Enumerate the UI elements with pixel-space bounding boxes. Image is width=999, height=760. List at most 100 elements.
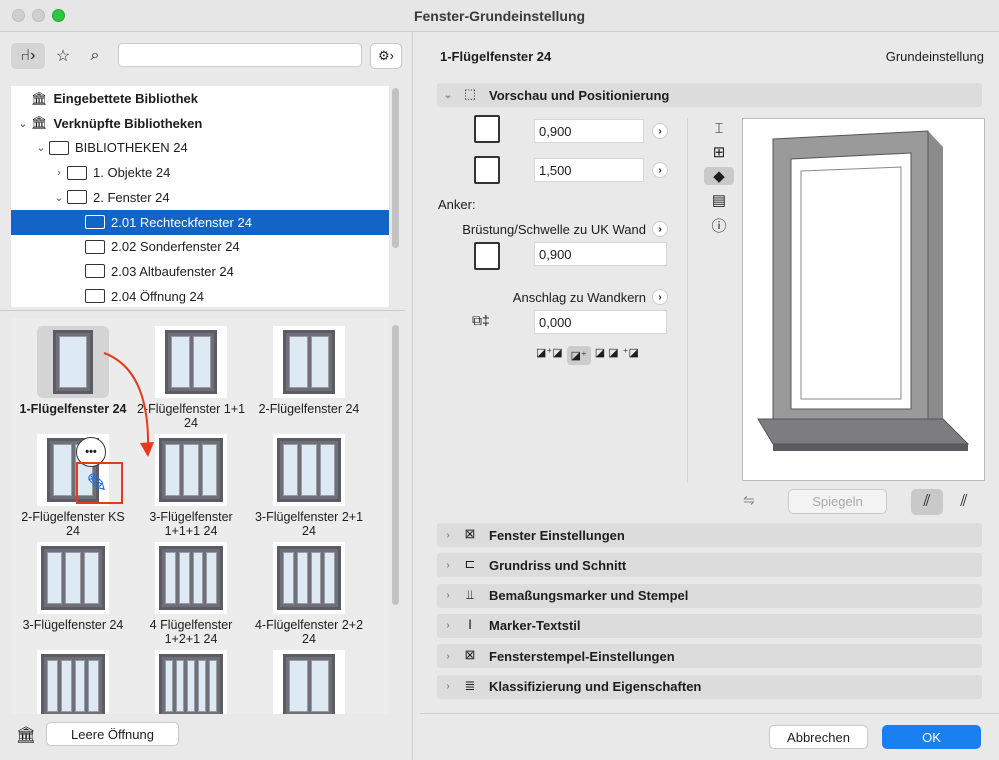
- chevron-icon[interactable]: ⌄: [33, 141, 49, 154]
- window-title: Fenster-Grundeinstellung: [413, 8, 586, 24]
- tree-item[interactable]: 🏛 Eingebettete Bibliothek: [11, 86, 389, 111]
- window-thumbnail: [155, 542, 227, 614]
- folder-icon: [49, 140, 69, 155]
- 3d-view-icon[interactable]: ◆: [704, 167, 734, 185]
- window-thumbnail: [155, 326, 227, 398]
- tree-item[interactable]: 2.04 Öffnung 24: [11, 284, 389, 309]
- tree-scrollbar[interactable]: [392, 88, 399, 248]
- section-header[interactable]: › ⫫ Bemaßungsmarker und Stempel: [437, 583, 982, 608]
- section-header[interactable]: › Ⅰ Marker-Textstil: [437, 613, 982, 638]
- grid-view-icon[interactable]: ⊞: [713, 143, 726, 161]
- tree-item[interactable]: 2.02 Sonderfenster 24: [11, 234, 389, 259]
- anchor-option-1[interactable]: ◪⁺◪: [536, 346, 563, 365]
- chevron-icon[interactable]: ⌄: [15, 117, 31, 130]
- section-header[interactable]: › ≣ Klassifizierung und Eigenschaften: [437, 674, 982, 699]
- library-item[interactable]: 4-Flügelfenster 2+2 24: [249, 542, 369, 646]
- height-icon: [474, 156, 500, 184]
- width-icon: [474, 115, 500, 143]
- opening-side-left-button[interactable]: ⫽: [911, 489, 943, 515]
- search-button[interactable]: ⌕: [82, 43, 108, 69]
- chevron-right-icon: ›: [446, 681, 450, 692]
- chevron-right-icon: ›: [446, 590, 450, 602]
- height-input[interactable]: 1,500: [534, 158, 644, 182]
- cancel-button[interactable]: Abbrechen: [769, 725, 868, 749]
- library-item[interactable]: [249, 650, 369, 714]
- anchor-option-4[interactable]: ⁺◪: [623, 346, 639, 365]
- section-preview-positioning[interactable]: ⌄ ⬚ Vorschau und Positionierung: [437, 83, 982, 107]
- door-swing-icon: ⫽: [960, 493, 968, 510]
- sill-input[interactable]: 0,900: [534, 242, 667, 266]
- 3d-preview: [742, 118, 985, 481]
- section-icon: ⫫: [466, 586, 474, 602]
- library-tree: 🏛 Eingebettete Bibliothek ⌄ 🏛 Verknüpfte Bib…: [11, 86, 389, 307]
- sill-more-button[interactable]: ›: [652, 221, 668, 237]
- width-input[interactable]: 0,900: [534, 119, 644, 143]
- library-item[interactable]: 4 Flügelfenster 1+2+1 24: [131, 542, 251, 646]
- mirror-icon: ⇋: [743, 492, 755, 508]
- section-icon: ⊠: [464, 526, 476, 541]
- tree-item[interactable]: 2.03 Altbaufenster 24: [11, 259, 389, 284]
- chevron-icon[interactable]: ⌄: [51, 191, 67, 204]
- section-icon: Ⅰ: [468, 616, 472, 632]
- library-item[interactable]: [13, 650, 133, 714]
- ok-button[interactable]: OK: [882, 725, 981, 749]
- favorites-button[interactable]: ☆: [50, 43, 76, 69]
- panel-divider[interactable]: [412, 32, 413, 760]
- mode-label: Grundeinstellung: [885, 49, 984, 64]
- tree-item[interactable]: ⌄ 2. Fenster 24: [11, 185, 389, 210]
- section-header[interactable]: › ⊠ Fensterstempel-Einstellungen: [437, 644, 982, 669]
- chevron-right-icon: ›: [446, 620, 450, 632]
- sill-icon: [474, 242, 500, 270]
- folder-icon: [85, 215, 105, 229]
- window-thumbnail: [273, 650, 345, 714]
- library-item[interactable]: 3-Flügelfenster 2+1 24: [249, 434, 369, 538]
- mirror-button[interactable]: Spiegeln: [788, 489, 887, 514]
- window-thumbnail: [37, 542, 109, 614]
- library-item[interactable]: 3-Flügelfenster 24: [13, 542, 133, 632]
- height-more-button[interactable]: ›: [652, 162, 668, 178]
- box-icon: ⬚: [463, 86, 477, 101]
- tree-item[interactable]: ⌄ 🏛 Verknüpfte Bibliotheken: [11, 111, 389, 136]
- info-icon[interactable]: ⓘ: [711, 215, 726, 236]
- tree-item[interactable]: › 1. Objekte 24: [11, 160, 389, 185]
- section-view-icon[interactable]: ▤: [712, 191, 726, 209]
- tree-item[interactable]: ⌄ BIBLIOTHEKEN 24: [11, 135, 389, 160]
- library-manager-button[interactable]: 🏛: [12, 722, 40, 748]
- anchor-option-3[interactable]: ◪ ◪: [595, 346, 619, 365]
- chevron-right-icon: ›: [446, 650, 450, 662]
- chevron-right-icon: ›: [446, 559, 450, 571]
- library-view-button[interactable]: ⑁›: [11, 43, 45, 69]
- folder-icon: [67, 165, 87, 180]
- window-thumbnail: [273, 434, 345, 506]
- reveal-anchor-options: ◪⁺◪ ◪⁺ ◪ ◪ ⁺◪: [536, 346, 639, 365]
- tree-item[interactable]: 2.01 Rechteckfenster 24: [11, 209, 389, 235]
- width-more-button[interactable]: ›: [652, 123, 668, 139]
- window-thumbnail: [273, 542, 345, 614]
- eyedropper-highlight: ✎: [76, 462, 123, 504]
- anchor-label: Anker:: [438, 197, 476, 212]
- anchor-option-2[interactable]: ◪⁺: [566, 346, 591, 365]
- library-icon: 🏛: [15, 727, 37, 744]
- window-3d-preview-image: [757, 130, 970, 451]
- grid-scrollbar[interactable]: [392, 325, 399, 605]
- section-header[interactable]: › ⊏ Grundriss und Schnitt: [437, 553, 982, 578]
- section-icon: ≣: [464, 677, 476, 693]
- plan-view-icon[interactable]: ⌶: [714, 120, 723, 137]
- empty-opening-button[interactable]: Leere Öffnung: [46, 722, 179, 746]
- sill-label: Brüstung/Schwelle zu UK Wand: [462, 222, 646, 237]
- chevron-right-icon: ›: [446, 529, 450, 541]
- opening-side-right-button[interactable]: ⫽: [948, 489, 980, 515]
- reveal-input[interactable]: 0,000: [534, 310, 667, 334]
- settings-menu-button[interactable]: ⚙›: [370, 43, 402, 69]
- search-input[interactable]: [118, 43, 362, 67]
- library-item[interactable]: 2-Flügelfenster 24: [249, 326, 369, 416]
- library-item[interactable]: [131, 650, 251, 714]
- chevron-down-icon: ⌄: [443, 89, 453, 101]
- reveal-icon: ⧉‡: [472, 312, 490, 328]
- reveal-more-button[interactable]: ›: [652, 289, 668, 305]
- window-thumbnail: [155, 650, 227, 714]
- library-item-grid: 1-Flügelfenster 24 2-Flügelfenster 1+1 24…: [11, 318, 389, 714]
- chevron-icon[interactable]: ›: [51, 167, 67, 179]
- eyedropper-icon: ✎: [86, 468, 108, 498]
- section-header[interactable]: › ⊠ Fenster Einstellungen: [437, 523, 982, 547]
